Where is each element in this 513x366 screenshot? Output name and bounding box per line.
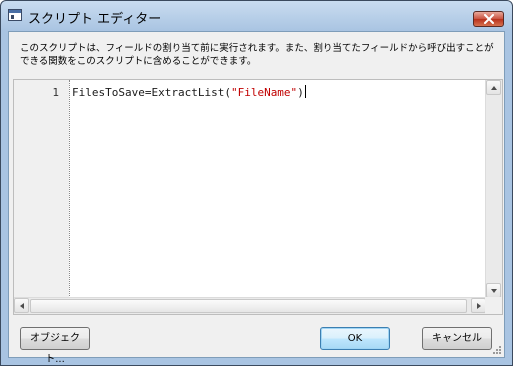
arrow-up-icon: [491, 86, 497, 90]
text-caret: [304, 85, 306, 98]
close-icon: [484, 14, 494, 24]
code-text: FilesToSave=ExtractList(: [72, 86, 231, 99]
line-number: 1: [52, 86, 59, 99]
scrollbar-corner: [485, 297, 502, 314]
resize-grip-icon[interactable]: [492, 345, 502, 355]
scroll-left-button[interactable]: [14, 298, 29, 313]
description-text: このスクリプトは、フィールドの割り当て前に実行されます。また、割り当てたフィール…: [20, 43, 494, 67]
window-title: スクリプト エディター: [28, 12, 162, 27]
title-bar[interactable]: スクリプト エディター: [1, 1, 512, 31]
code-line[interactable]: FilesToSave=ExtractList("FileName"): [72, 85, 306, 99]
horizontal-scrollbar[interactable]: [14, 297, 486, 314]
close-button[interactable]: [473, 11, 504, 27]
script-editor[interactable]: 1 FilesToSave=ExtractList("FileName"): [13, 79, 503, 315]
gutter-divider: [69, 80, 70, 298]
ok-button[interactable]: OK: [320, 327, 390, 350]
app-window-icon: [8, 9, 22, 21]
dialog-body: このスクリプトは、フィールドの割り当て前に実行されます。また、割り当てたフィール…: [8, 31, 505, 365]
scroll-right-button[interactable]: [471, 298, 486, 313]
scroll-down-button[interactable]: [486, 283, 501, 298]
scroll-up-button[interactable]: [486, 80, 501, 95]
code-string-literal: "FileName": [230, 86, 298, 99]
code-text-end: ): [297, 86, 304, 99]
vertical-scrollbar[interactable]: [485, 80, 502, 298]
object-button[interactable]: オブジェクト...: [20, 327, 90, 365]
arrow-left-icon: [20, 303, 24, 309]
arrow-down-icon: [491, 289, 497, 293]
arrow-right-icon: [477, 303, 481, 309]
cancel-button[interactable]: キャンセル: [422, 327, 492, 350]
horizontal-scroll-thumb[interactable]: [30, 299, 467, 313]
script-editor-window: スクリプト エディター このスクリプトは、フィールドの割り当て前に実行されます。…: [0, 0, 513, 366]
line-number-gutter: 1: [14, 80, 69, 298]
